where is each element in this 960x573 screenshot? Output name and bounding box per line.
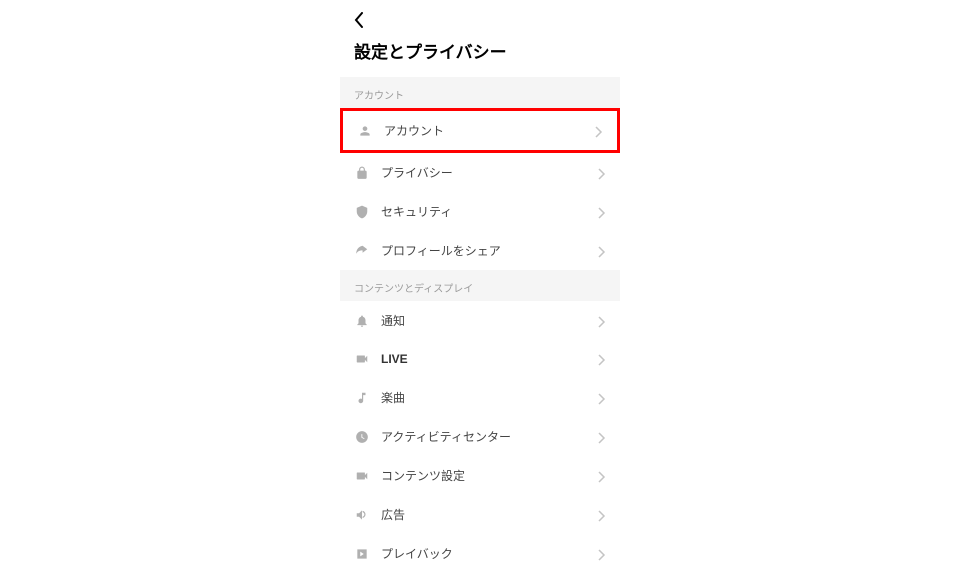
page-title: 設定とプライバシー [354, 38, 606, 63]
list-item-share-profile[interactable]: プロフィールをシェア [340, 231, 620, 270]
camera-icon [354, 468, 370, 484]
list-group-content: 通知 LIVE 楽曲 アクティビティセンター コンテンツ設定 広告 [340, 301, 620, 573]
list-item-label: アカウント [384, 122, 595, 139]
play-icon [354, 546, 370, 562]
list-item-label: プレイバック [381, 545, 598, 562]
chevron-right-icon [598, 167, 606, 179]
chevron-right-icon [598, 470, 606, 482]
list-item-live[interactable]: LIVE [340, 340, 620, 378]
list-item-music[interactable]: 楽曲 [340, 378, 620, 417]
shield-icon [354, 204, 370, 220]
list-group-account: アカウント プライバシー セキュリティ プロフィールをシェア [340, 108, 620, 270]
bell-icon [354, 313, 370, 329]
chevron-right-icon [598, 245, 606, 257]
clock-icon [354, 429, 370, 445]
chevron-right-icon [598, 431, 606, 443]
chevron-right-icon [598, 548, 606, 560]
person-icon [357, 123, 373, 139]
list-item-account[interactable]: アカウント [340, 108, 620, 153]
chevron-right-icon [598, 392, 606, 404]
list-item-notifications[interactable]: 通知 [340, 301, 620, 340]
list-item-content-settings[interactable]: コンテンツ設定 [340, 456, 620, 495]
share-icon [354, 243, 370, 259]
list-item-privacy[interactable]: プライバシー [340, 153, 620, 192]
chevron-right-icon [598, 353, 606, 365]
video-icon [354, 351, 370, 367]
list-item-label: コンテンツ設定 [381, 467, 598, 484]
list-item-security[interactable]: セキュリティ [340, 192, 620, 231]
header: 設定とプライバシー [340, 0, 620, 77]
chevron-left-icon [354, 12, 364, 28]
list-item-label: プライバシー [381, 164, 598, 181]
music-icon [354, 390, 370, 406]
chevron-right-icon [598, 509, 606, 521]
list-item-label: 通知 [381, 312, 598, 329]
list-item-label: プロフィールをシェア [381, 242, 598, 259]
settings-screen: 設定とプライバシー アカウント アカウント プライバシー セキュリティ プロフィ… [340, 0, 620, 540]
back-button[interactable] [354, 8, 378, 32]
list-item-ads[interactable]: 広告 [340, 495, 620, 534]
list-item-label: セキュリティ [381, 203, 598, 220]
list-item-activity-center[interactable]: アクティビティセンター [340, 417, 620, 456]
list-item-label: アクティビティセンター [381, 428, 598, 445]
section-header-account: アカウント [340, 77, 620, 108]
section-header-content: コンテンツとディスプレイ [340, 270, 620, 301]
list-item-label: LIVE [381, 352, 598, 366]
chevron-right-icon [598, 315, 606, 327]
megaphone-icon [354, 507, 370, 523]
lock-icon [354, 165, 370, 181]
list-item-label: 楽曲 [381, 389, 598, 406]
list-item-label: 広告 [381, 506, 598, 523]
chevron-right-icon [598, 206, 606, 218]
chevron-right-icon [595, 125, 603, 137]
